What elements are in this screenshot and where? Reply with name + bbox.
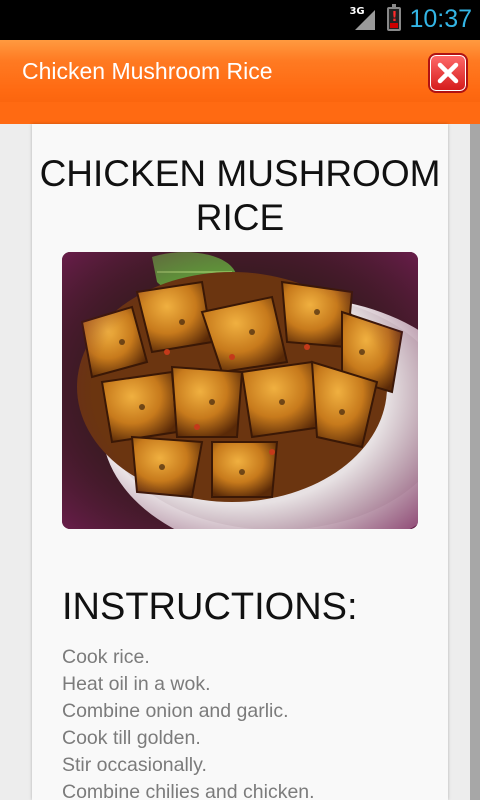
scrollbar[interactable] [470,124,480,800]
recipe-card[interactable]: CHICKEN MUSHROOM RICE INSTRUCTIONS: Cook… [32,124,448,800]
instruction-step: Cook till golden. [62,727,201,749]
recipe-title: CHICKEN MUSHROOM RICE [39,153,441,238]
instruction-step: Cook rice. [62,646,150,668]
instruction-step: Stir occasionally. [62,754,207,776]
instruction-step: Heat oil in a wok. [62,673,211,695]
page-title: Chicken Mushroom Rice [22,58,273,84]
status-bar: 3G ! 10:37 [0,0,480,38]
instruction-step: Combine chilies and chicken. [62,781,315,800]
title-bar: Chicken Mushroom Rice [0,40,480,124]
recipe-photo [62,252,418,529]
status-icons: 3G ! 10:37 [349,0,472,38]
close-button[interactable] [428,53,468,93]
close-icon [437,62,459,84]
network-type-label: 3G [349,6,365,17]
instruction-step: Combine onion and garlic. [62,700,289,722]
instructions-list: Cook rice. Heat oil in a wok. Combine on… [62,644,315,800]
battery-alert-icon: ! [387,4,402,31]
signal-icon: 3G [349,6,377,32]
status-clock: 10:37 [409,4,472,33]
instructions-heading: INSTRUCTIONS: [62,586,358,628]
